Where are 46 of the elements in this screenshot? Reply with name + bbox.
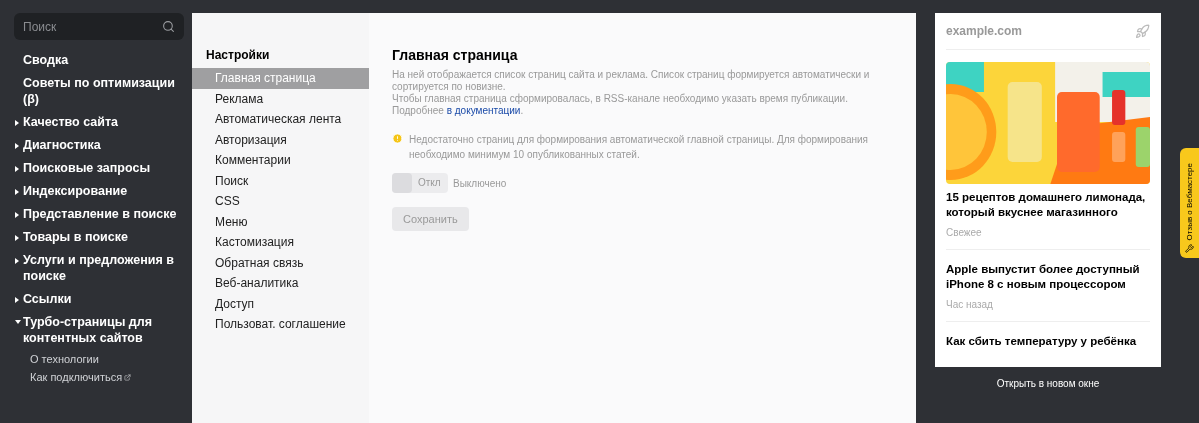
sidebar-item[interactable]: Услуги и предложения в поиске [23, 252, 184, 284]
sidebar-item[interactable]: Турбо-страницы для контентных сайтов [23, 314, 184, 346]
sidebar-item[interactable]: Сводка [23, 52, 69, 68]
search-field[interactable]: Поиск [14, 13, 184, 40]
settings-nav-item[interactable]: Поиск [192, 170, 369, 191]
sidebar-item[interactable]: Диагностика [23, 137, 101, 153]
note-text: Чтобы главная страница сформировалась, в RSS-канале необходимо указать время публикации. Подробнее в документации. [392, 93, 849, 117]
feedback-label: Отзыв о Вебмастере [1183, 162, 1195, 240]
article-title[interactable]: Apple выпустит более доступный iPhone 8 с новым процессором [946, 262, 1150, 292]
settings-nav-item[interactable]: Веб-аналитика [192, 273, 369, 294]
article-time: Час назад [946, 298, 994, 312]
settings-nav-item[interactable]: Авторизация [192, 129, 369, 150]
sidebar-item[interactable]: Индексирование [23, 183, 128, 199]
warning-icon [392, 133, 403, 144]
toggle-label: Откл [417, 176, 441, 190]
settings-nav-item[interactable]: Автоматическая лента [192, 109, 369, 130]
feedback-tab[interactable]: Отзыв о Вебмастере [1180, 148, 1199, 258]
search-icon [162, 20, 175, 33]
sidebar-item[interactable]: Товары в поиске [23, 229, 128, 245]
domain-label: example.com [946, 23, 1023, 40]
sidebar-item[interactable]: Поисковые запросы [23, 160, 151, 176]
wrench-icon [1185, 244, 1194, 253]
settings-nav-item[interactable]: Меню [192, 211, 369, 232]
settings-nav-item[interactable]: Реклама [192, 88, 369, 109]
sidebar-subitem[interactable]: Как подключиться [30, 370, 123, 385]
page-title: Главная страница [392, 46, 519, 65]
sidebar-item[interactable]: Ссылки [23, 291, 72, 307]
sidebar-item[interactable]: Качество сайта [23, 114, 118, 130]
sidebar-item[interactable]: Представление в поиске [23, 206, 177, 222]
article-time: Свежее [946, 226, 983, 240]
settings-nav-item[interactable]: Доступ [192, 293, 369, 314]
description-text: На ней отображается список страниц сайта и реклама. Список страниц формируется автоматически и сортируется по новизне. [392, 69, 871, 93]
toggle-status: Выключено [453, 176, 507, 191]
settings-nav-item[interactable]: Пользоват. соглашение [192, 314, 369, 335]
sidebar-item[interactable]: Советы по оптимизации (β) [23, 75, 184, 107]
settings-nav-title: Настройки [205, 47, 271, 64]
settings-nav-item[interactable]: Кастомизация [192, 232, 369, 253]
settings-nav-item[interactable]: Комментарии [192, 150, 369, 171]
article-title[interactable]: Как сбить температуру у ребёнка [946, 334, 1150, 349]
article-title[interactable]: 15 рецептов домашнего лимонада, который вкуснее магазинного [946, 190, 1150, 220]
settings-nav-item[interactable]: Обратная связь [192, 252, 369, 273]
sidebar-subitem[interactable]: О технологии [30, 352, 99, 367]
settings-nav-item[interactable]: CSS [192, 191, 369, 212]
warning-text: Недостаточно страниц для формирования автоматической главной страницы. Для формирования необходимо минимум 10 опубликованных статей. [409, 133, 869, 162]
rocket-icon [1135, 23, 1150, 39]
open-in-new-window-link[interactable]: Открыть в новом окне [935, 376, 1161, 391]
